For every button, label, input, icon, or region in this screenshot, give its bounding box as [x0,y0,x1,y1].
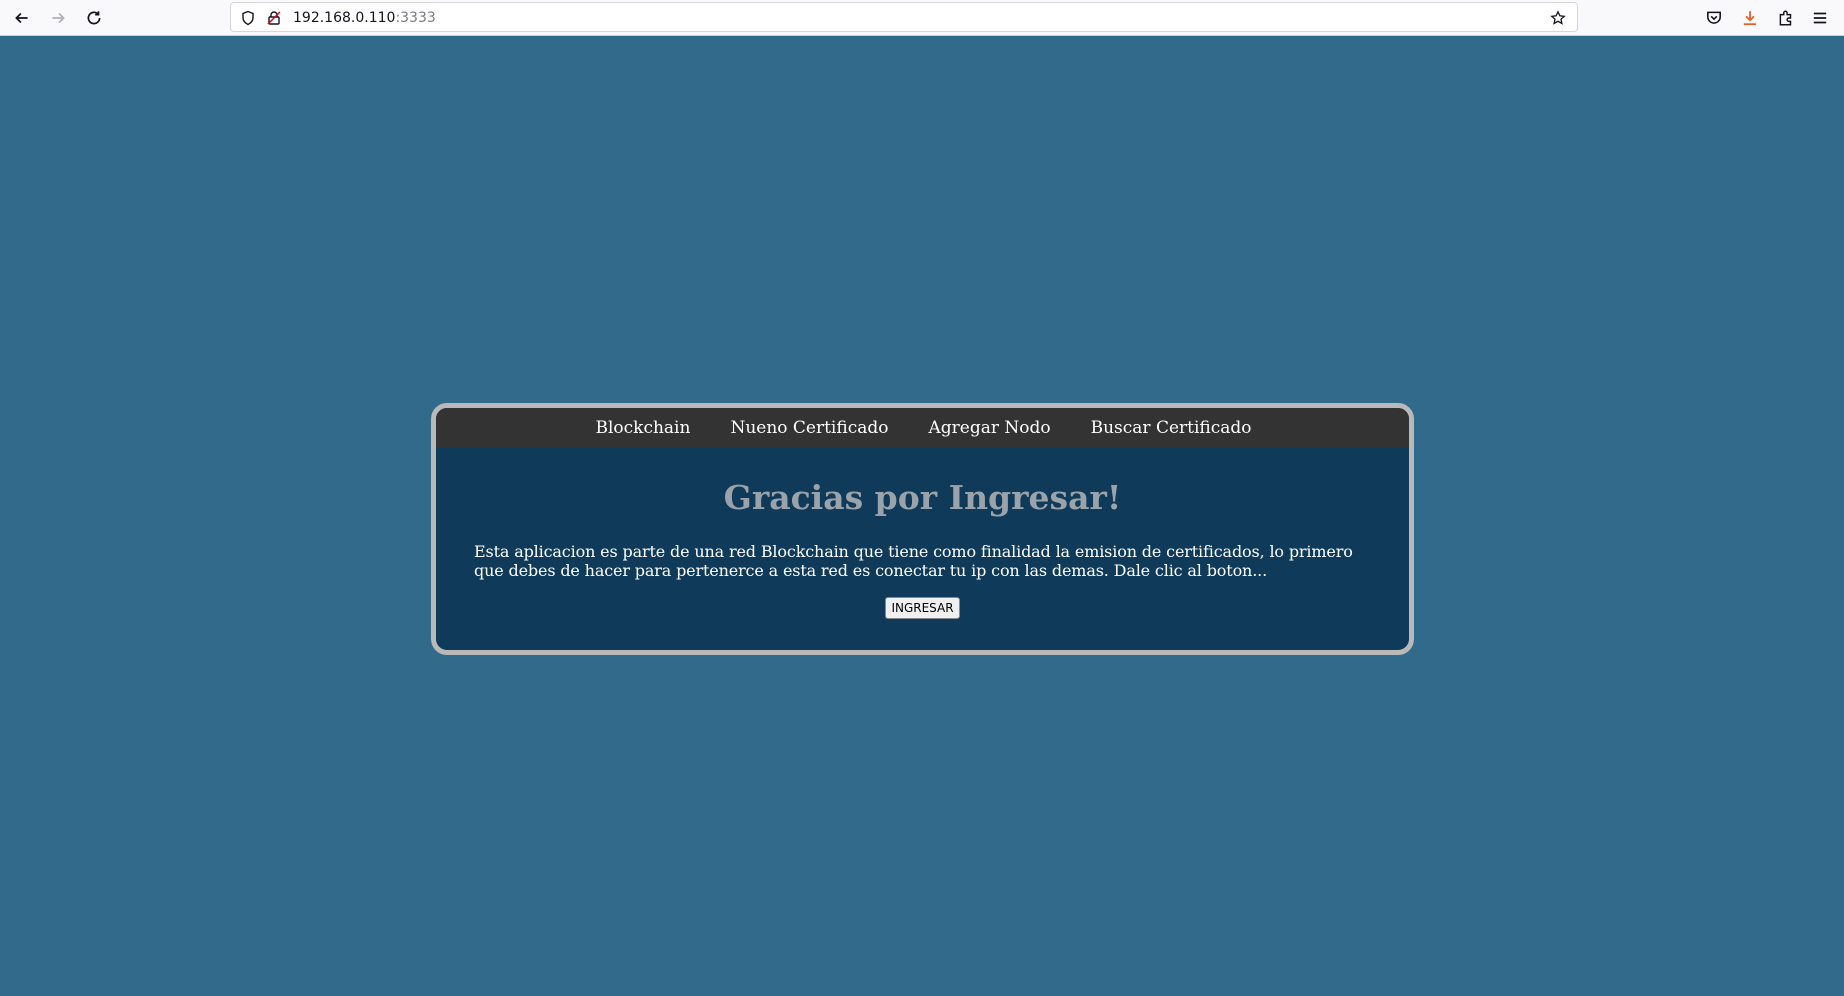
menu-icon[interactable] [1806,4,1834,32]
nav-item-nuevo-certificado[interactable]: Nueno Certificado [730,418,888,438]
pocket-icon[interactable] [1700,4,1728,32]
card-content: Gracias por Ingresar! Esta aplicacion es… [436,478,1409,619]
page-title: Gracias por Ingresar! [723,478,1122,517]
url-host: 192.168.0.110 [293,10,396,26]
extensions-icon[interactable] [1772,4,1800,32]
url-port: :3333 [395,10,436,26]
top-nav: Blockchain Nueno Certificado Agregar Nod… [436,408,1409,448]
shield-icon[interactable] [239,9,257,27]
forward-icon[interactable] [44,4,72,32]
insecure-lock-icon[interactable] [265,9,283,27]
url-text[interactable]: 192.168.0.110:3333 [293,9,436,27]
nav-item-blockchain[interactable]: Blockchain [595,418,690,438]
browser-toolbar: 192.168.0.110:3333 [0,0,1844,36]
ingresar-button[interactable]: INGRESAR [885,597,960,619]
button-wrapper: INGRESAR [474,597,1371,619]
bookmark-star-icon[interactable] [1549,9,1567,27]
back-icon[interactable] [8,4,36,32]
nav-item-buscar-certificado[interactable]: Buscar Certificado [1091,418,1252,438]
downloads-icon[interactable] [1736,4,1764,32]
main-card: Blockchain Nueno Certificado Agregar Nod… [431,403,1414,655]
nav-item-agregar-nodo[interactable]: Agregar Nodo [928,418,1050,438]
description-text: Esta aplicacion es parte de una red Bloc… [474,542,1353,580]
reload-icon[interactable] [80,4,108,32]
url-bar[interactable]: 192.168.0.110:3333 [230,2,1578,32]
